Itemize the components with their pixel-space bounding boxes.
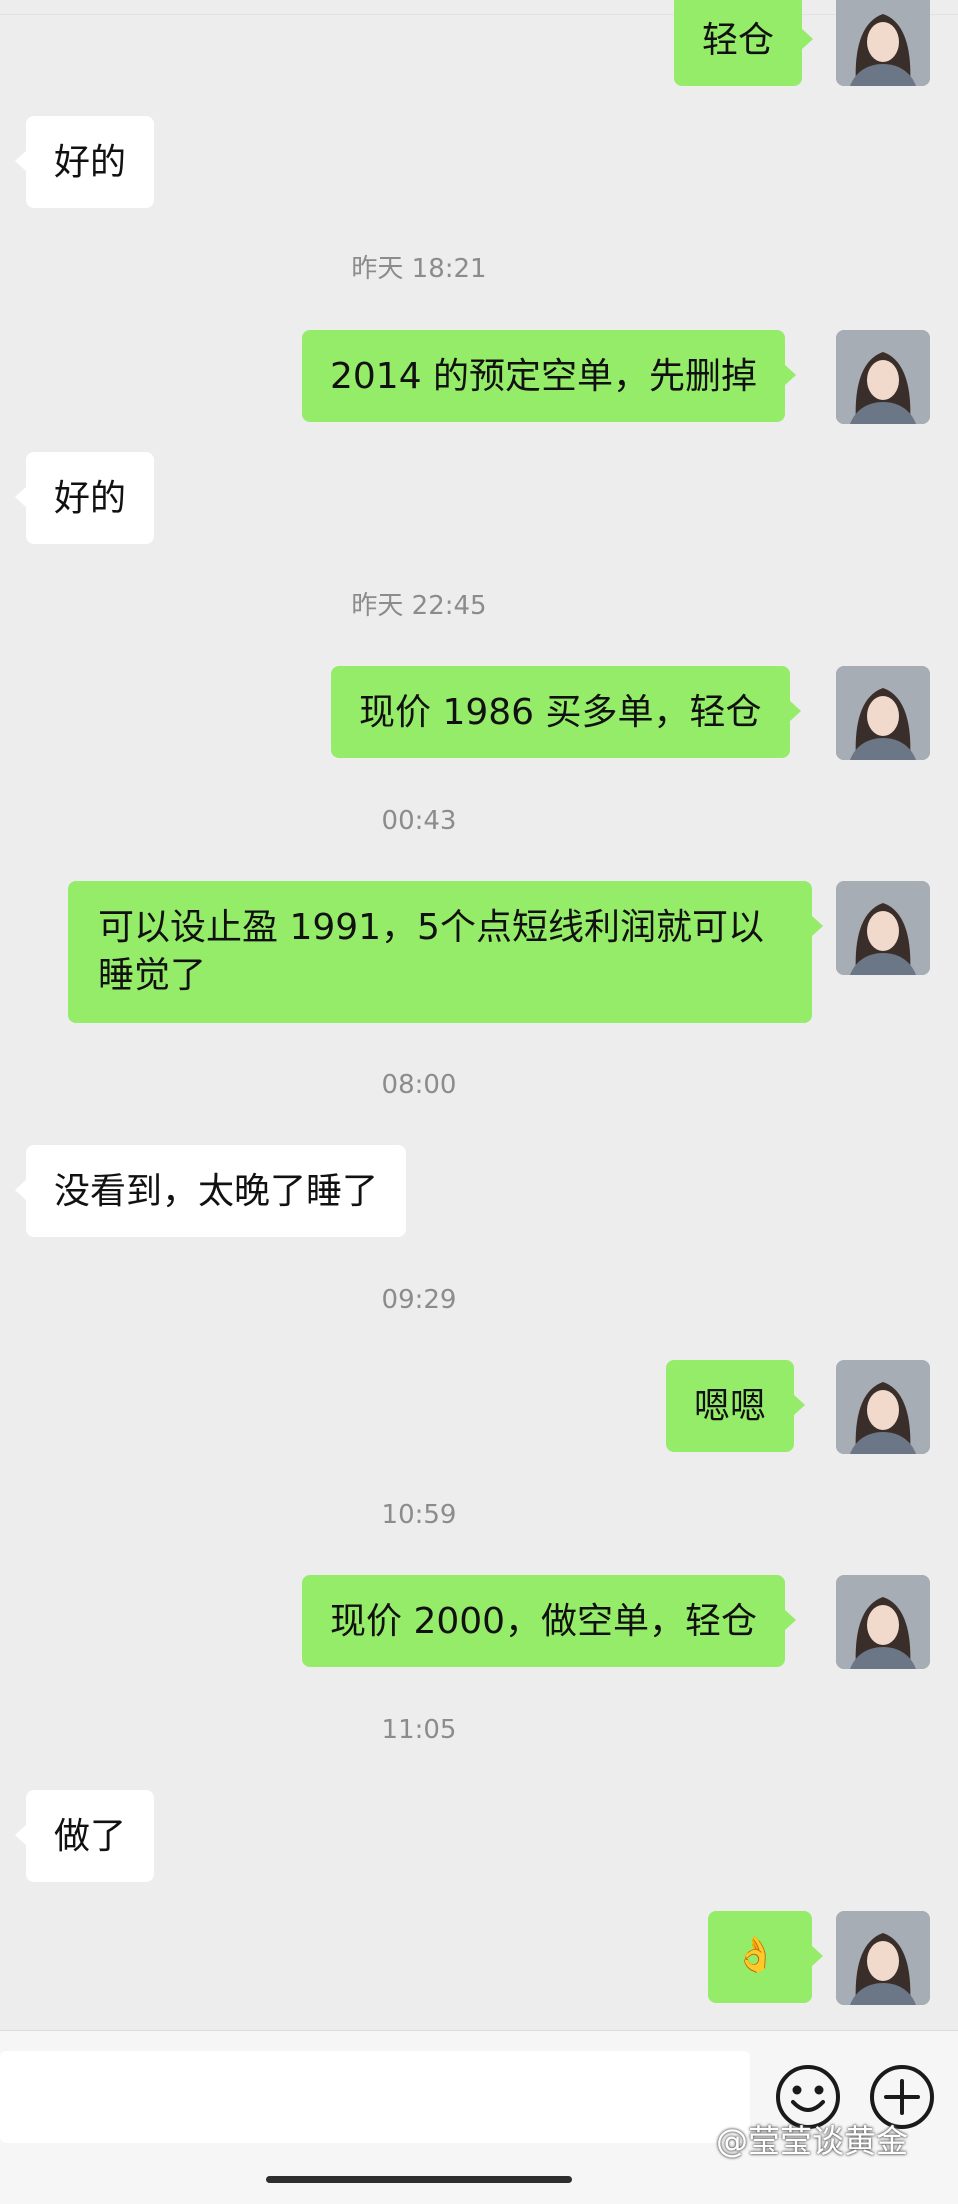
message-text: 可以设止盈 1991，5个点短线利润就可以睡觉了 — [98, 907, 764, 996]
timestamp: 10:59 — [381, 1500, 457, 1530]
message-input[interactable] — [0, 2051, 750, 2143]
my-avatar[interactable] — [836, 881, 930, 975]
timestamp: 昨天 18:21 — [351, 254, 487, 284]
message-text: 轻仓 — [702, 20, 775, 61]
my-message-bubble[interactable]: 👌 — [708, 1911, 823, 2003]
timestamp: 08:00 — [381, 1070, 457, 1100]
watermark: @莹莹谈黄金 — [716, 2122, 909, 2160]
message-text: 好的 — [54, 478, 127, 519]
message-text: 做了 — [54, 1816, 127, 1857]
message-text: 现价 2000，做空单，轻仓 — [330, 1601, 758, 1642]
timestamp: 00:43 — [381, 806, 457, 836]
my-message-bubble[interactable]: 可以设止盈 1991，5个点短线利润就可以睡觉了 — [68, 881, 823, 1023]
my-avatar[interactable] — [836, 0, 930, 86]
my-message-bubble[interactable]: 轻仓 — [674, 0, 814, 86]
my-message-bubble[interactable]: 2014 的预定空单，先删掉 — [302, 330, 797, 422]
message-text: 没看到，太晚了睡了 — [54, 1171, 379, 1212]
my-message-bubble[interactable]: 现价 2000，做空单，轻仓 — [302, 1575, 797, 1667]
message-text: 2014 的预定空单，先删掉 — [330, 356, 758, 397]
my-message-bubble[interactable]: 现价 1986 买多单，轻仓 — [331, 666, 801, 758]
their-message-bubble[interactable]: 好的 — [14, 452, 155, 544]
ok-hand-emoji: 👌 — [734, 1935, 777, 1975]
their-message-bubble[interactable]: 好的 — [14, 116, 155, 208]
timestamp: 09:29 — [381, 1285, 457, 1315]
home-indicator[interactable] — [266, 2176, 572, 2183]
their-message-bubble[interactable]: 做了 — [14, 1790, 155, 1882]
timestamp: 昨天 22:45 — [351, 591, 487, 621]
my-message-bubble[interactable]: 嗯嗯 — [666, 1360, 806, 1452]
my-avatar[interactable] — [836, 666, 930, 760]
timestamp: 11:05 — [381, 1715, 457, 1745]
their-message-bubble[interactable]: 没看到，太晚了睡了 — [14, 1145, 407, 1237]
chat-message-list[interactable]: 轻仓 好的 昨天 18:21 2014 的预定空单，先删掉 好的 昨天 22:4… — [0, 0, 958, 2030]
my-avatar[interactable] — [836, 1575, 930, 1669]
my-avatar[interactable] — [836, 1360, 930, 1454]
message-text: 现价 1986 买多单，轻仓 — [359, 692, 762, 733]
my-avatar[interactable] — [836, 330, 930, 424]
message-text: 好的 — [54, 142, 127, 183]
my-avatar[interactable] — [836, 1911, 930, 2005]
message-text: 嗯嗯 — [694, 1386, 767, 1427]
